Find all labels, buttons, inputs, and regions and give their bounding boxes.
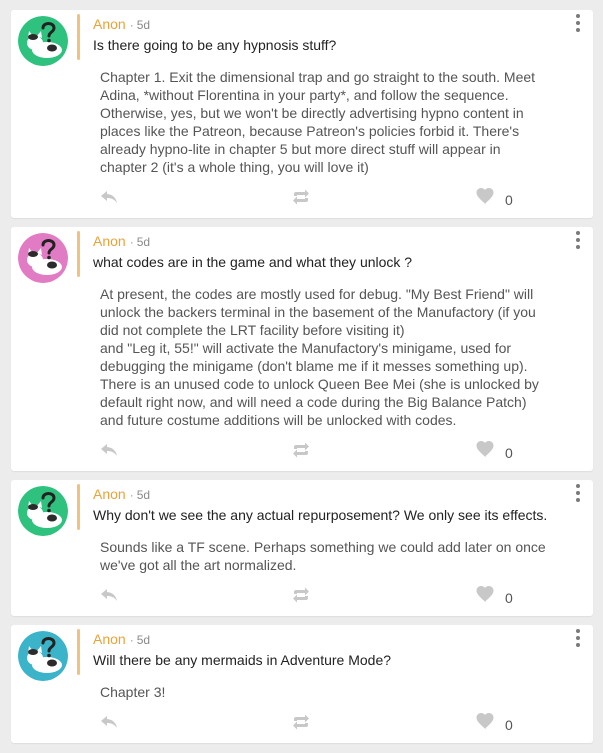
- post-card: Anon · 5d Why don't we see the any actual …: [11, 480, 593, 616]
- avatar[interactable]: [18, 16, 68, 66]
- like-button[interactable]: [475, 586, 495, 608]
- like-button[interactable]: [475, 713, 495, 735]
- qa-feed: Anon · 5d Is there going to be any hypnosi…: [0, 0, 603, 753]
- like-button[interactable]: [475, 441, 495, 463]
- like-button[interactable]: [475, 188, 495, 210]
- answer-text: Chapter 1. Exit the dimensional trap and…: [100, 68, 577, 176]
- cat-avatar-icon: [18, 631, 68, 681]
- post-time[interactable]: 5d: [137, 18, 150, 32]
- reply-icon: [101, 716, 117, 728]
- heart-icon: [476, 586, 494, 603]
- post-time[interactable]: 5d: [137, 488, 150, 502]
- author-name[interactable]: Anon: [93, 233, 126, 249]
- question-text: Will there be any mermaids in Adventure …: [93, 652, 392, 668]
- share-button[interactable]: [291, 442, 311, 463]
- share-button[interactable]: [291, 714, 311, 735]
- heart-icon: [476, 188, 494, 205]
- heart-icon: [476, 713, 494, 730]
- share-icon: [293, 587, 309, 603]
- meta-separator: ·: [129, 633, 134, 647]
- cat-avatar-icon: [18, 233, 68, 283]
- answer-text: Sounds like a TF scene. Perhaps somethin…: [100, 538, 577, 574]
- quote-bar: [77, 629, 80, 675]
- reply-button[interactable]: [99, 189, 119, 210]
- author-name[interactable]: Anon: [93, 16, 126, 32]
- post-meta: Anon · 5d: [93, 486, 150, 503]
- avatar[interactable]: [18, 486, 68, 536]
- reply-icon: [101, 589, 117, 601]
- post-actions: 0: [11, 713, 593, 743]
- post-actions: 0: [11, 188, 593, 218]
- more-icon[interactable]: [573, 484, 583, 502]
- share-button[interactable]: [291, 587, 311, 608]
- answer-line: Chapter 3!: [100, 684, 166, 700]
- like-count: 0: [505, 192, 513, 208]
- more-icon[interactable]: [573, 629, 583, 647]
- meta-separator: ·: [129, 18, 134, 32]
- share-button[interactable]: [291, 189, 311, 210]
- answer-line: At present, the codes are mostly used fo…: [100, 286, 534, 302]
- quote-bar: [77, 484, 80, 530]
- answer-line: debugging the minigame (don't blame me i…: [100, 358, 528, 374]
- post-time[interactable]: 5d: [137, 633, 150, 647]
- reply-button[interactable]: [99, 714, 119, 735]
- post-card: Anon · 5d what codes are in the game and w…: [11, 227, 593, 471]
- post-meta: Anon · 5d: [93, 233, 150, 250]
- share-icon: [293, 714, 309, 730]
- answer-line: and future costume additions will be unl…: [100, 412, 457, 428]
- cat-avatar-icon: [18, 486, 68, 536]
- reply-icon: [101, 444, 117, 456]
- answer-line: There is an unused code to unlock Queen …: [100, 376, 539, 392]
- post-time[interactable]: 5d: [137, 235, 150, 249]
- like-count: 0: [505, 590, 513, 606]
- answer-line: places like the Patreon, because Patreon…: [100, 123, 520, 139]
- post-meta: Anon · 5d: [93, 631, 150, 648]
- more-icon[interactable]: [573, 14, 583, 32]
- post-actions: 0: [11, 441, 593, 471]
- question-text: Is there going to be any hypnosis stuff?: [93, 37, 337, 53]
- meta-separator: ·: [129, 235, 134, 249]
- post-meta: Anon · 5d: [93, 16, 150, 33]
- answer-line: Adina, *without Florentina in your party…: [100, 87, 509, 103]
- post-card: Anon · 5d Will there be any mermaids in Ad…: [11, 625, 593, 743]
- meta-separator: ·: [129, 488, 134, 502]
- post-card: Anon · 5d Is there going to be any hypnosi…: [11, 10, 593, 218]
- more-icon[interactable]: [573, 231, 583, 249]
- avatar[interactable]: [18, 233, 68, 283]
- answer-line: Chapter 1. Exit the dimensional trap and…: [100, 69, 536, 85]
- like-count: 0: [505, 445, 513, 461]
- post-actions: 0: [11, 586, 593, 616]
- reply-icon: [101, 191, 117, 203]
- answer-line: chapter 2 (it's a whole thing, you will …: [100, 159, 369, 175]
- reply-button[interactable]: [99, 442, 119, 463]
- share-icon: [293, 189, 309, 205]
- share-icon: [293, 442, 309, 458]
- answer-line: default right now, and will need a code …: [100, 394, 527, 410]
- answer-line: Sounds like a TF scene. Perhaps somethin…: [100, 539, 546, 555]
- cat-avatar-icon: [18, 16, 68, 66]
- author-name[interactable]: Anon: [93, 631, 126, 647]
- answer-line: unlock the backers terminal in the basem…: [100, 304, 536, 320]
- answer-line: Otherwise, yes, but we won't be directly…: [100, 105, 524, 121]
- heart-icon: [476, 441, 494, 458]
- quote-bar: [77, 14, 80, 60]
- answer-text: At present, the codes are mostly used fo…: [100, 285, 577, 429]
- quote-bar: [77, 231, 80, 277]
- author-name[interactable]: Anon: [93, 486, 126, 502]
- answer-line: already hypno-lite in chapter 5 but more…: [100, 141, 501, 157]
- question-text: Why don't we see the any actual repurpos…: [93, 507, 548, 523]
- avatar[interactable]: [18, 631, 68, 681]
- question-text: what codes are in the game and what they…: [93, 254, 413, 270]
- answer-line: and "Leg it, 55!" will activate the Manu…: [100, 340, 512, 356]
- like-count: 0: [505, 717, 513, 733]
- answer-line: did not complete the LRT facility before…: [100, 322, 405, 338]
- answer-text: Chapter 3!: [100, 683, 577, 701]
- reply-button[interactable]: [99, 587, 119, 608]
- answer-line: we've got all the art normalized.: [100, 557, 297, 573]
